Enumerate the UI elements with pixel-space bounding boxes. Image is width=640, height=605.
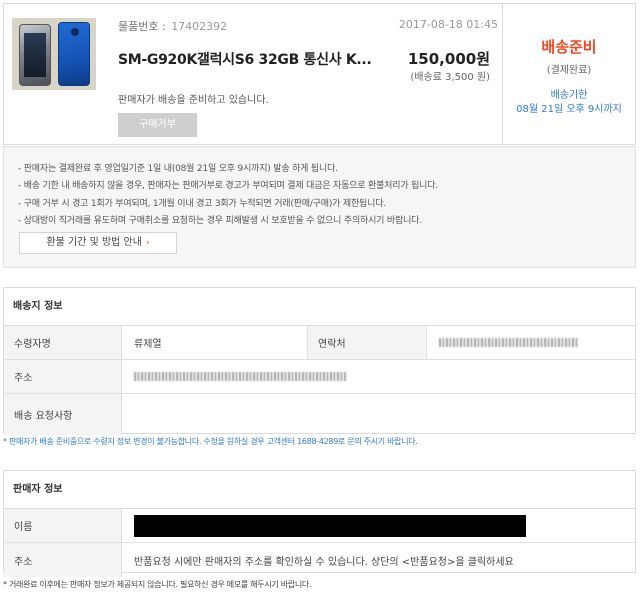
receiver-row: 수령자명 류제열 연락처 [4, 326, 635, 360]
shipping-info-section: 배송지 정보 수령자명 류제열 연락처 주소 배송 요청사항 [3, 287, 636, 435]
deadline-label: 배송기한 [550, 90, 588, 101]
order-info: 물품번호 : 17402392 2017-08-18 01:45 SM-G920… [118, 4, 502, 144]
seller-status-message: 판매자가 배송을 준비하고 있습니다. [118, 95, 269, 106]
seller-address-value: 반품요청 시에만 판매자의 주소를 확인하실 수 있습니다. 상단의 <반품요청… [134, 556, 514, 568]
seller-name-row: 이름 [4, 509, 635, 543]
order-date: 2017-08-18 01:45 [398, 18, 498, 31]
order-number-value: 17402392 [171, 20, 228, 33]
order-number: 물품번호 : 17402392 [118, 18, 227, 34]
contact-label: 연락처 [307, 326, 427, 359]
section-title: 배송지 정보 [4, 288, 635, 326]
product-thumbnail[interactable] [12, 18, 96, 90]
shipping-fee: (배송료 3,500 원) [410, 72, 490, 83]
phone-image-silver [19, 24, 51, 86]
notice-list: - 판매자는 결제완료 후 영업일기준 1일 내(08월 21일 오후 9시까지… [18, 161, 438, 230]
redacted-phone [439, 338, 579, 347]
seller-address-label: 주소 [4, 543, 122, 577]
status-sub: (결제완료) [546, 65, 592, 76]
refund-info-button[interactable]: 환불 기간 및 방법 안내 › [19, 232, 177, 254]
request-value [122, 394, 134, 435]
order-summary-box: 물품번호 : 17402392 2017-08-18 01:45 SM-G920… [3, 3, 636, 145]
notice-item: - 판매자는 결제완료 후 영업일기준 1일 내(08월 21일 오후 9시까지… [18, 164, 338, 174]
reject-purchase-button[interactable]: 구매거부 [118, 113, 197, 137]
refund-info-label: 환불 기간 및 방법 안내 [46, 237, 142, 248]
request-label: 배송 요청사항 [4, 394, 122, 435]
notice-box: - 판매자는 결제완료 후 영업일기준 1일 내(08월 21일 오후 9시까지… [3, 146, 636, 268]
product-price: 150,000원 [407, 50, 490, 68]
notice-item: - 구매 거부 시 경고 1회가 부여되며, 1개월 이내 경고 3회가 누적되… [18, 198, 386, 209]
request-row: 배송 요청사항 [4, 394, 635, 435]
seller-address-row: 주소 반품요청 시에만 판매자의 주소를 확인하실 수 있습니다. 상단의 <반… [4, 543, 635, 577]
seller-info-section: 판매자 정보 이름 주소 반품요청 시에만 판매자의 주소를 확인하실 수 있습… [3, 470, 636, 577]
address-value [122, 360, 346, 393]
section-title: 판매자 정보 [4, 471, 635, 509]
seller-name-label: 이름 [4, 509, 122, 542]
product-title[interactable]: SM-G920K갤럭시S6 32GB 통신사 K... [118, 49, 372, 69]
status-column: 배송준비 (결제완료) 배송기한 08월 21일 오후 9시까지 [502, 4, 635, 144]
redacted-seller-name [134, 514, 526, 537]
status-badge: 배송준비 [541, 38, 597, 56]
seller-name-value [122, 509, 526, 542]
address-label: 주소 [4, 360, 122, 393]
notice-item: - 배송 기한 내 배송하지 않을 경우, 판매자는 판매거부로 경고가 부여되… [18, 181, 438, 192]
notice-item: - 상대방이 직거래를 유도하며 구매취소를 요청하는 경우 피해발생 시 보호… [18, 215, 422, 226]
shipping-change-note: * 판매자가 배송 준비중으로 수령지 정보 변경이 불가능합니다. 수정을 원… [3, 437, 418, 446]
order-number-label: 물품번호 : [118, 20, 166, 33]
footer-note: * 거래완료 이후에는 판매자 정보가 제공되지 않습니다. 필요하신 경우 메… [3, 580, 312, 589]
receiver-label: 수령자명 [4, 326, 122, 359]
chevron-right-icon: › [145, 238, 150, 248]
redacted-address [134, 372, 346, 381]
address-row: 주소 [4, 360, 635, 394]
deadline-value: 08월 21일 오후 9시까지 [516, 104, 622, 115]
receiver-value: 류제열 [134, 339, 162, 350]
phone-image-blue [58, 22, 90, 86]
contact-value [427, 326, 579, 359]
